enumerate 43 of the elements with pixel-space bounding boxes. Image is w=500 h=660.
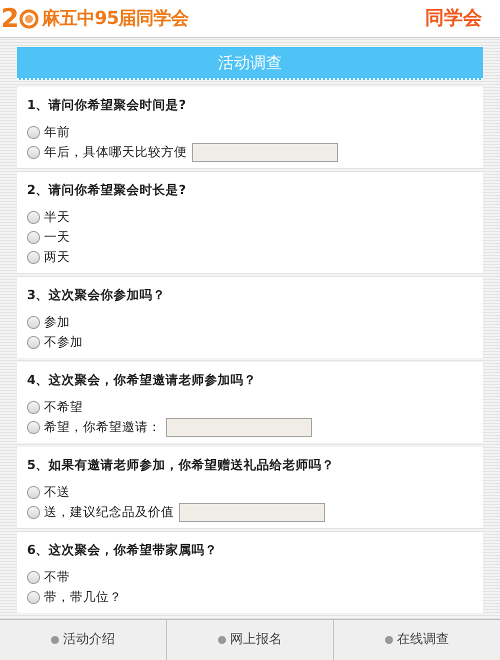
input-field[interactable] <box>192 142 338 162</box>
radio-button[interactable] <box>27 146 40 158</box>
logo-ring-icon <box>19 8 40 28</box>
radio-button[interactable] <box>27 210 40 224</box>
option-label: 年前 <box>44 122 70 141</box>
option-label: 希望，你希望邀请： <box>44 418 161 436</box>
radio-button[interactable] <box>27 230 40 244</box>
radio-button[interactable] <box>27 126 40 138</box>
radio-button[interactable] <box>27 420 40 434</box>
nav-tab[interactable]: 活动介绍 <box>0 620 166 660</box>
radio-button[interactable] <box>27 250 40 264</box>
option-label: 一天 <box>44 228 70 246</box>
option-label: 参加 <box>44 312 70 331</box>
question-title: 6、这次聚会，你希望带家属吗？ <box>27 541 219 559</box>
radio-button[interactable] <box>27 506 40 518</box>
input-field[interactable] <box>166 418 312 436</box>
option-label: 半天 <box>44 208 70 226</box>
option-label: 送，建议纪念品及价值 <box>44 502 174 521</box>
question-title: 5、如果有邀请老师参加，你希望赠送礼品给老师吗？ <box>27 456 336 474</box>
logo-digit: 2 <box>1 6 20 32</box>
question-title: 1、请问你希望聚会时间是? <box>27 96 187 114</box>
nav-tab[interactable]: 网上报名 <box>166 620 333 660</box>
question-title: 3、这次聚会你参加吗？ <box>27 286 167 304</box>
radio-button[interactable] <box>27 570 40 584</box>
question-title: 4、这次聚会，你希望邀请老师参加吗？ <box>27 371 258 389</box>
option-label: 不希望 <box>44 398 83 416</box>
survey-title: 活动调查 <box>218 52 282 74</box>
option-label: 带，带几位？ <box>44 588 122 606</box>
nav-tab[interactable]: 在线调查 <box>333 620 500 660</box>
option-label: 不参加 <box>44 332 83 351</box>
question-title: 2、请问你希望聚会时长是? <box>27 181 187 199</box>
radio-button[interactable] <box>27 486 40 498</box>
option-label: 年后，具体哪天比较方便 <box>44 142 187 161</box>
radio-button[interactable] <box>27 336 40 348</box>
option-label: 两天 <box>44 248 70 266</box>
radio-button[interactable] <box>27 590 40 604</box>
section-title: 同学会 <box>425 6 482 32</box>
site-title: 麻五中95届同学会 <box>42 7 189 31</box>
input-field[interactable] <box>179 502 325 522</box>
radio-button[interactable] <box>27 316 40 328</box>
option-label: 不带 <box>44 568 70 586</box>
radio-button[interactable] <box>27 400 40 414</box>
option-label: 不送 <box>44 482 70 501</box>
